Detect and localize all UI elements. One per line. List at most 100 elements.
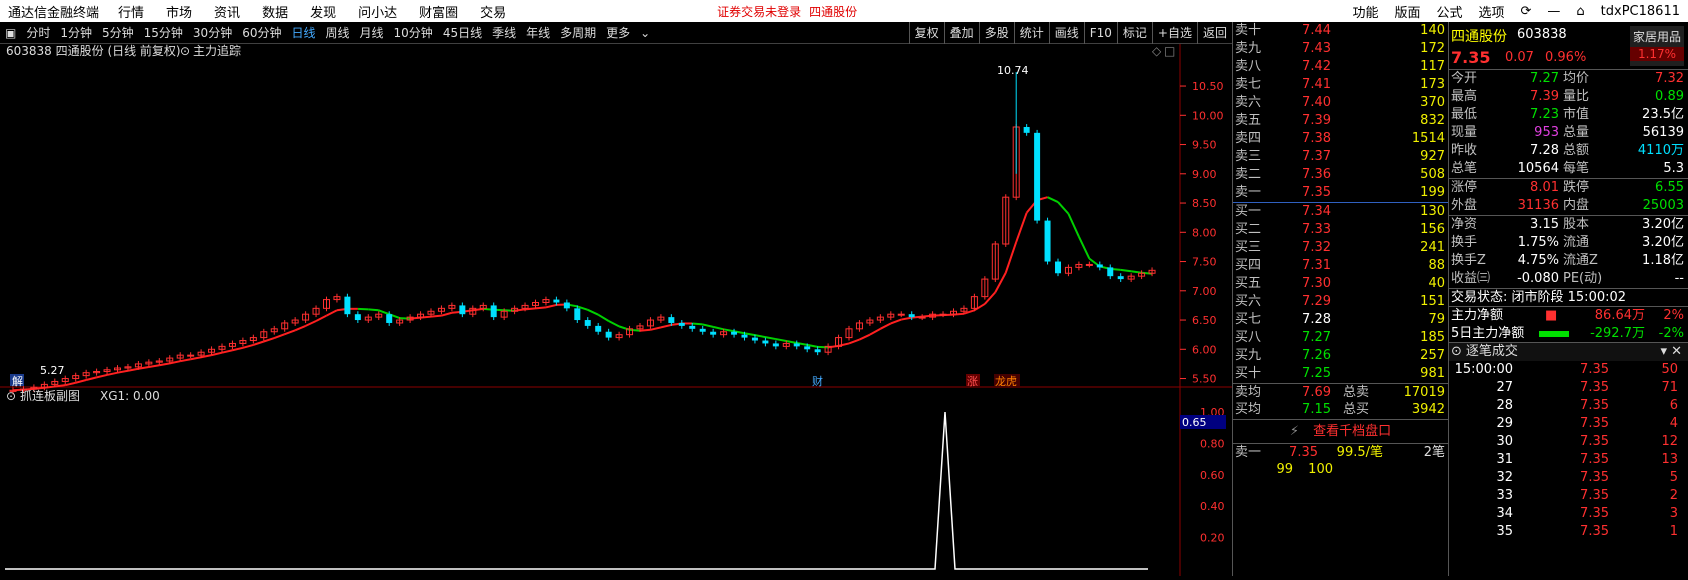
candle-body [940, 314, 946, 315]
period-daily[interactable]: 日线 [286, 24, 320, 41]
stock-pct: 0.96% [1545, 50, 1586, 65]
sell-quote-row[interactable]: 卖七7.41173 [1233, 76, 1448, 94]
quote-volume: 130 [1331, 203, 1448, 221]
buy-quote-row[interactable]: 买七7.2879 [1233, 311, 1448, 329]
sell-quote-row[interactable]: 卖一7.35199 [1233, 184, 1448, 202]
period-year[interactable]: 年线 [521, 24, 555, 41]
buy-quote-row[interactable]: 买一7.34130 [1233, 203, 1448, 221]
view-depth-link[interactable]: 查看千档盘口 [1313, 420, 1391, 443]
event-longhu[interactable]: 龙虎 [995, 375, 1017, 388]
diamond-icon[interactable]: ◇ [1152, 44, 1162, 58]
lock-icon[interactable]: ⌂ [1568, 4, 1592, 19]
menu-quotes[interactable]: 行情 [107, 2, 155, 21]
trade-alert[interactable]: 证券交易未登录 [717, 3, 801, 20]
menu-ask[interactable]: 问小达 [347, 2, 408, 21]
buy-quote-row[interactable]: 买三7.32241 [1233, 239, 1448, 257]
menu-discover[interactable]: 发现 [299, 2, 347, 21]
buy-quote-row[interactable]: 买二7.33156 [1233, 221, 1448, 239]
ma-segment [985, 292, 995, 304]
btn-overlay[interactable]: 叠加 [944, 22, 979, 44]
chevron-down-icon[interactable]: ⌄ [635, 26, 655, 40]
user-name[interactable]: tdxPC18611 [1593, 4, 1688, 19]
sell-quote-row[interactable]: 卖八7.42117 [1233, 58, 1448, 76]
quote-volume: 981 [1331, 365, 1448, 383]
menu-market[interactable]: 市场 [155, 2, 203, 21]
view-depth-row[interactable]: ⚡ 查看千档盘口 [1233, 419, 1448, 443]
quote-price: 7.43 [1273, 40, 1331, 58]
menu-wealth[interactable]: 财富圈 [408, 2, 469, 21]
btn-draw[interactable]: 画线 [1049, 22, 1084, 44]
quote-label: 买五 [1233, 275, 1273, 293]
btn-multi-stock[interactable]: 多股 [979, 22, 1014, 44]
period-intraday[interactable]: 分时 [21, 24, 55, 41]
period-quarter[interactable]: 季线 [487, 24, 521, 41]
sell-quote-row[interactable]: 卖十7.44140 [1233, 22, 1448, 40]
sell-quote-row[interactable]: 卖六7.40370 [1233, 94, 1448, 112]
menu-options[interactable]: 选项 [1470, 2, 1512, 21]
kline-chart[interactable]: 603838 四通股份 (日线 前复权) ⊙ 主力追踪 ◇ □ 10.5010.… [0, 44, 1232, 576]
sub-chevron-icon[interactable]: ⊙ [6, 389, 16, 403]
buy-quote-row[interactable]: 买四7.3188 [1233, 257, 1448, 275]
period-15min[interactable]: 15分钟 [139, 24, 188, 41]
period-monthly[interactable]: 月线 [355, 24, 389, 41]
btn-f10[interactable]: F10 [1084, 22, 1117, 44]
period-45day[interactable]: 45日线 [438, 24, 487, 41]
period-multi[interactable]: 多周期 [555, 24, 601, 41]
sell-quote-row[interactable]: 卖九7.43172 [1233, 40, 1448, 58]
period-more[interactable]: 更多 [601, 24, 635, 41]
btn-add-watch[interactable]: +自选 [1152, 22, 1197, 44]
square-icon[interactable]: □ [1164, 44, 1175, 58]
minimize-icon[interactable]: — [1539, 4, 1568, 19]
menu-formula[interactable]: 公式 [1428, 2, 1470, 21]
chart-area[interactable]: 603838 四通股份 (日线 前复权) ⊙ 主力追踪 ◇ □ 10.5010.… [0, 44, 1232, 576]
candle-body [1097, 264, 1103, 267]
ma-segment [1068, 214, 1078, 237]
btn-back[interactable]: 返回 [1197, 22, 1232, 44]
event-jie[interactable]: 解 [12, 374, 23, 388]
toggle-icon[interactable]: ▣ [0, 26, 21, 40]
ma-segment [974, 304, 984, 310]
ma-segment [170, 361, 180, 363]
event-cai[interactable]: 财 [812, 374, 823, 388]
period-60min[interactable]: 60分钟 [237, 24, 286, 41]
btn-adjust[interactable]: 复权 [909, 22, 944, 44]
sector-box[interactable]: 家居用品 1.17% [1630, 26, 1684, 66]
sell-quote-row[interactable]: 卖四7.381514 [1233, 130, 1448, 148]
menu-layout[interactable]: 版面 [1386, 2, 1428, 21]
menu-data[interactable]: 数据 [251, 2, 299, 21]
ticks-chevron-icon[interactable]: ⊙ [1449, 343, 1462, 361]
sell-quote-row[interactable]: 卖三7.37927 [1233, 148, 1448, 166]
period-weekly[interactable]: 周线 [321, 24, 355, 41]
btn-stats[interactable]: 统计 [1014, 22, 1049, 44]
candle-body [606, 332, 612, 338]
buy-quote-row[interactable]: 买九7.26257 [1233, 347, 1448, 365]
price-tick: 8.00 [1192, 226, 1217, 239]
indicator-name[interactable]: 主力追踪 [193, 44, 241, 58]
menu-news[interactable]: 资讯 [203, 2, 251, 21]
buy-quote-row[interactable]: 买五7.3040 [1233, 275, 1448, 293]
candle-body [794, 343, 800, 346]
period-10min[interactable]: 10分钟 [389, 24, 438, 41]
period-1min[interactable]: 1分钟 [55, 24, 97, 41]
period-5min[interactable]: 5分钟 [97, 24, 139, 41]
buy-quote-row[interactable]: 买六7.29151 [1233, 293, 1448, 311]
refresh-icon[interactable]: ⟳ [1513, 4, 1540, 19]
buy-quote-row[interactable]: 买十7.25981 [1233, 365, 1448, 383]
quote-volume: 370 [1331, 94, 1448, 112]
buy-quote-row[interactable]: 买八7.27185 [1233, 329, 1448, 347]
chevron-icon[interactable]: ⊙ [180, 44, 190, 58]
menu-function[interactable]: 功能 [1344, 2, 1386, 21]
quote-volume: 173 [1331, 76, 1448, 94]
sell-quote-row[interactable]: 卖五7.39832 [1233, 112, 1448, 130]
menu-trade[interactable]: 交易 [469, 2, 517, 21]
btn-mark[interactable]: 标记 [1117, 22, 1152, 44]
ticks-menu-icon[interactable]: ▾ ✕ [1660, 343, 1688, 361]
sell-quote-row[interactable]: 卖二7.36508 [1233, 166, 1448, 184]
event-zhang[interactable]: 涨 [967, 375, 978, 388]
limits-block: 涨停8.01跌停6.55外盘31136内盘25003 [1449, 179, 1688, 216]
price-tick: 7.50 [1192, 256, 1217, 269]
period-30min[interactable]: 30分钟 [188, 24, 237, 41]
quote-label: 买二 [1233, 221, 1273, 239]
low-label: 5.27 [40, 364, 65, 377]
alert-stock[interactable]: 四通股份 [809, 3, 857, 20]
